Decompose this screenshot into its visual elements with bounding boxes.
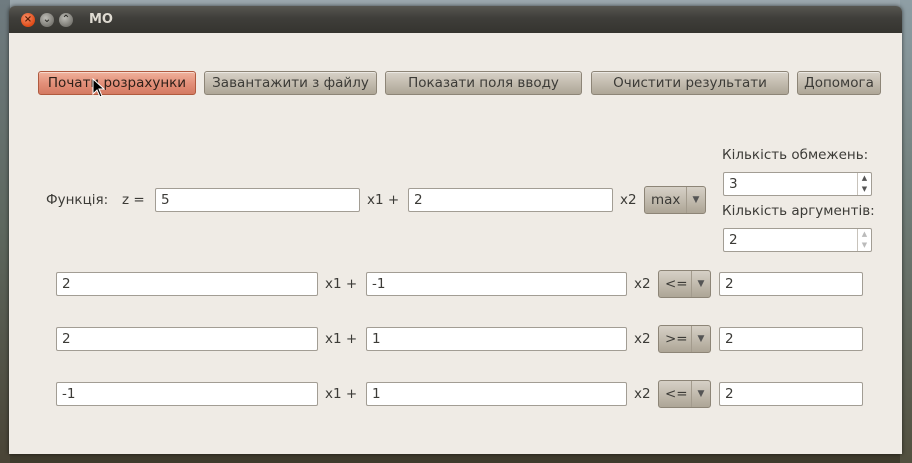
show-input-fields-button[interactable]: Показати поля вводу — [385, 71, 582, 95]
constraint-3-coef-x1-input[interactable]: -1 — [56, 382, 318, 406]
dropdown-arrow-icon: ▼ — [691, 381, 710, 407]
spin-down-icon[interactable]: ▼ — [858, 240, 871, 251]
x1-plus-label: x1 + — [325, 331, 358, 347]
main-panel: Почати розрахунки Завантажити з файлу По… — [9, 33, 902, 454]
objective-coef-x1-input[interactable]: 5 — [155, 188, 360, 212]
function-label: Функція: — [46, 192, 109, 208]
spin-up-icon[interactable]: ▲ — [858, 173, 871, 184]
constraint-1-coef-x2-input[interactable]: -1 — [366, 272, 627, 296]
constraint-2-rhs-input[interactable]: 2 — [719, 327, 863, 351]
constraints-count-value: 3 — [729, 176, 738, 192]
sign-select-value: >= — [665, 331, 688, 347]
spin-down-icon[interactable]: ▼ — [858, 184, 871, 195]
constraint-2-sign-select[interactable]: >= ▼ — [658, 325, 711, 353]
constraints-count-spinbox[interactable]: 3 ▲ ▼ — [723, 172, 872, 196]
app-window: × ⌄ ⌃ MO Почати розрахунки Завантажити з… — [9, 6, 902, 454]
z-equals-label: z = — [122, 192, 145, 208]
title-bar[interactable]: × ⌄ ⌃ MO — [9, 6, 902, 33]
x2-label: x2 — [634, 386, 651, 402]
clear-results-button[interactable]: Очистити результати — [591, 71, 789, 95]
sign-select-value: <= — [665, 276, 688, 292]
chevron-down-icon: ⌄ — [42, 14, 52, 25]
constraint-3-coef-x2-input[interactable]: 1 — [366, 382, 627, 406]
constraints-count-label: Кількість обмежень: — [722, 147, 869, 163]
constraint-1-coef-x1-input[interactable]: 2 — [56, 272, 318, 296]
close-window-button[interactable]: × — [21, 13, 35, 27]
chevron-up-icon: ⌃ — [61, 14, 71, 25]
constraint-1-sign-select[interactable]: <= ▼ — [658, 270, 711, 298]
x2-label: x2 — [634, 331, 651, 347]
goal-select[interactable]: max ▼ — [644, 186, 706, 214]
window-title: MO — [89, 12, 113, 27]
start-calculation-button[interactable]: Почати розрахунки — [38, 71, 196, 95]
objective-coef-x2-input[interactable]: 2 — [408, 188, 613, 212]
mouse-pointer-icon — [92, 78, 106, 98]
x1-plus-label: x1 + — [367, 192, 400, 208]
x1-plus-label: x1 + — [325, 386, 358, 402]
dropdown-arrow-icon: ▼ — [691, 326, 710, 352]
constraint-2-coef-x1-input[interactable]: 2 — [56, 327, 318, 351]
close-icon: × — [23, 14, 33, 25]
sign-select-value: <= — [665, 386, 688, 402]
dropdown-arrow-icon: ▼ — [686, 187, 705, 213]
x1-plus-label: x1 + — [325, 276, 358, 292]
arguments-count-value: 2 — [729, 232, 738, 248]
constraint-3-rhs-input[interactable]: 2 — [719, 382, 863, 406]
minimize-window-button[interactable]: ⌄ — [40, 13, 54, 27]
x2-label: x2 — [620, 192, 637, 208]
spin-arrows: ▲ ▼ — [857, 229, 871, 251]
arguments-count-label: Кількість аргументів: — [722, 203, 875, 219]
spin-arrows: ▲ ▼ — [857, 173, 871, 195]
constraint-3-sign-select[interactable]: <= ▼ — [658, 380, 711, 408]
help-button[interactable]: Допомога — [797, 71, 881, 95]
spin-up-icon[interactable]: ▲ — [858, 229, 871, 240]
constraint-2-coef-x2-input[interactable]: 1 — [366, 327, 627, 351]
arguments-count-spinbox[interactable]: 2 ▲ ▼ — [723, 228, 872, 252]
load-from-file-button[interactable]: Завантажити з файлу — [204, 71, 377, 95]
constraint-1-rhs-input[interactable]: 2 — [719, 272, 863, 296]
x2-label: x2 — [634, 276, 651, 292]
goal-select-value: max — [651, 192, 681, 208]
maximize-window-button[interactable]: ⌃ — [59, 13, 73, 27]
dropdown-arrow-icon: ▼ — [691, 271, 710, 297]
